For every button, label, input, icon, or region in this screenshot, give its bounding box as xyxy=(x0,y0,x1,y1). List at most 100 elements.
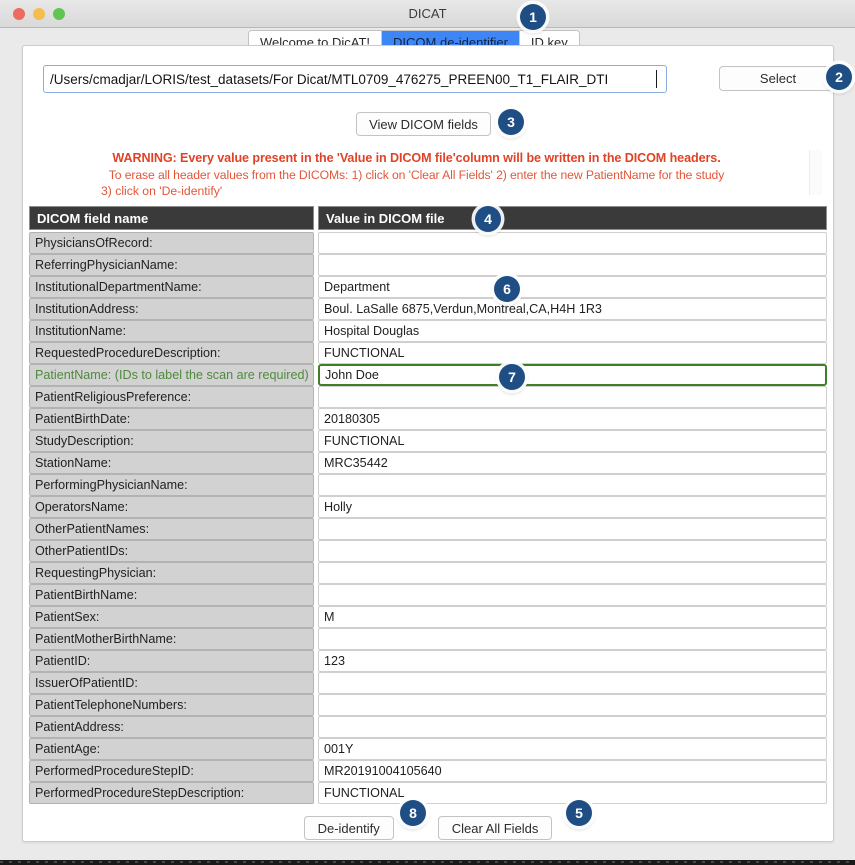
warning-line-2: To erase all header values from the DICO… xyxy=(108,168,725,182)
field-value-institution-address[interactable]: Boul. LaSalle 6875,Verdun,Montreal,CA,H4… xyxy=(318,298,827,320)
field-label-patient-age: PatientAge: xyxy=(29,738,314,760)
window-title: DICAT xyxy=(408,6,447,21)
view-dicom-fields-button[interactable]: View DICOM fields xyxy=(356,112,491,136)
table-row: PatientAddress: xyxy=(29,716,827,738)
table-row: PerformingPhysicianName: xyxy=(29,474,827,496)
field-label-patient-birth-date: PatientBirthDate: xyxy=(29,408,314,430)
table-row: PatientTelephoneNumbers: xyxy=(29,694,827,716)
field-value-performing-physician-name[interactable] xyxy=(318,474,827,496)
field-value-requested-procedure-description[interactable]: FUNCTIONAL xyxy=(318,342,827,364)
warning-scrollbar[interactable] xyxy=(809,150,822,195)
clear-all-fields-button[interactable]: Clear All Fields xyxy=(437,816,553,840)
field-value-study-description[interactable]: FUNCTIONAL xyxy=(318,430,827,452)
table-row: ReferringPhysicianName: xyxy=(29,254,827,276)
callout-badge-2: 2 xyxy=(826,64,852,90)
field-value-patient-sex[interactable]: M xyxy=(318,606,827,628)
table-header-value: Value in DICOM file xyxy=(318,206,827,230)
field-label-study-description: StudyDescription: xyxy=(29,430,314,452)
table-header-row: DICOM field name Value in DICOM file xyxy=(29,206,827,230)
callout-badge-3: 3 xyxy=(498,109,524,135)
table-row: PerformedProcedureStepID: MR2019100410564… xyxy=(29,760,827,782)
field-label-physicians-of-record: PhysiciansOfRecord: xyxy=(29,232,314,254)
table-row: InstitutionAddress: Boul. LaSalle 6875,Ve… xyxy=(29,298,827,320)
table-row: PatientMotherBirthName: xyxy=(29,628,827,650)
table-row: PatientAge: 001Y xyxy=(29,738,827,760)
callout-badge-6: 6 xyxy=(494,276,520,302)
table-row: RequestedProcedureDescription: FUNCTIONAL xyxy=(29,342,827,364)
table-row: PatientSex: M xyxy=(29,606,827,628)
field-value-patient-mother-birth-name[interactable] xyxy=(318,628,827,650)
warning-line-3: 3) click on 'De-identify' xyxy=(101,184,223,198)
table-row: PatientReligiousPreference: xyxy=(29,386,827,408)
table-body: PhysiciansOfRecord: ReferringPhysicianNam… xyxy=(29,232,827,804)
field-label-requesting-physician: RequestingPhysician: xyxy=(29,562,314,584)
table-row: IssuerOfPatientID: xyxy=(29,672,827,694)
table-row: PhysiciansOfRecord: xyxy=(29,232,827,254)
field-label-station-name: StationName: xyxy=(29,452,314,474)
dicom-path-input[interactable] xyxy=(43,65,667,93)
field-value-issuer-of-patient-id[interactable] xyxy=(318,672,827,694)
field-value-patient-id[interactable]: 123 xyxy=(318,650,827,672)
field-label-issuer-of-patient-id: IssuerOfPatientID: xyxy=(29,672,314,694)
table-row: OperatorsName: Holly xyxy=(29,496,827,518)
table-row: InstitutionalDepartmentName: Department xyxy=(29,276,827,298)
field-label-other-patient-ids: OtherPatientIDs: xyxy=(29,540,314,562)
warning-line-1: WARNING: Every value present in the 'Val… xyxy=(112,151,721,165)
main-panel: Select View DICOM fields WARNING: Every … xyxy=(22,45,837,842)
field-value-institution-name[interactable]: Hospital Douglas xyxy=(318,320,827,342)
field-label-performed-procedure-step-id: PerformedProcedureStepID: xyxy=(29,760,314,782)
callout-badge-1: 1 xyxy=(520,4,546,30)
window-titlebar: DICAT xyxy=(0,0,855,28)
field-value-operators-name[interactable]: Holly xyxy=(318,496,827,518)
field-value-institutional-department-name[interactable]: Department xyxy=(318,276,827,298)
field-value-patient-name[interactable]: John Doe xyxy=(318,364,827,386)
table-header-field: DICOM field name xyxy=(29,206,314,230)
screen-bottom-strip xyxy=(0,860,855,865)
table-row: StudyDescription: FUNCTIONAL xyxy=(29,430,827,452)
field-label-institution-address: InstitutionAddress: xyxy=(29,298,314,320)
field-value-physicians-of-record[interactable] xyxy=(318,232,827,254)
dicat-window: DICAT Welcome to DicAT! DICOM de-identifi… xyxy=(0,0,855,865)
table-row: InstitutionName: Hospital Douglas xyxy=(29,320,827,342)
table-row: PatientID: 123 xyxy=(29,650,827,672)
field-label-patient-birth-name: PatientBirthName: xyxy=(29,584,314,606)
table-row: RequestingPhysician: xyxy=(29,562,827,584)
table-row: PatientBirthDate: 20180305 xyxy=(29,408,827,430)
field-value-performed-procedure-step-id[interactable]: MR20191004105640 xyxy=(318,760,827,782)
field-label-patient-religious-preference: PatientReligiousPreference: xyxy=(29,386,314,408)
callout-badge-5: 5 xyxy=(566,800,592,826)
field-label-performed-procedure-step-description: PerformedProcedureStepDescription: xyxy=(29,782,314,804)
field-label-referring-physician-name: ReferringPhysicianName: xyxy=(29,254,314,276)
field-value-patient-religious-preference[interactable] xyxy=(318,386,827,408)
table-row: OtherPatientNames: xyxy=(29,518,827,540)
callout-badge-4: 4 xyxy=(475,206,501,232)
field-value-patient-telephone-numbers[interactable] xyxy=(318,694,827,716)
table-row: StationName: MRC35442 xyxy=(29,452,827,474)
field-label-institutional-department-name: InstitutionalDepartmentName: xyxy=(29,276,314,298)
dicom-fields-table: DICOM field name Value in DICOM file Phy… xyxy=(29,206,827,804)
callout-badge-8: 8 xyxy=(400,800,426,826)
field-value-patient-address[interactable] xyxy=(318,716,827,738)
field-value-other-patient-ids[interactable] xyxy=(318,540,827,562)
field-value-patient-age[interactable]: 001Y xyxy=(318,738,827,760)
field-label-operators-name: OperatorsName: xyxy=(29,496,314,518)
table-row: PatientName: (IDs to label the scan are … xyxy=(29,364,827,386)
field-value-referring-physician-name[interactable] xyxy=(318,254,827,276)
field-value-patient-birth-name[interactable] xyxy=(318,584,827,606)
field-label-patient-address: PatientAddress: xyxy=(29,716,314,738)
table-row: PerformedProcedureStepDescription: FUNCTI… xyxy=(29,782,827,804)
path-row: Select xyxy=(43,65,837,93)
field-label-requested-procedure-description: RequestedProcedureDescription: xyxy=(29,342,314,364)
warning-message: WARNING: Every value present in the 'Val… xyxy=(23,151,810,198)
field-value-other-patient-names[interactable] xyxy=(318,518,827,540)
field-label-patient-telephone-numbers: PatientTelephoneNumbers: xyxy=(29,694,314,716)
field-value-patient-birth-date[interactable]: 20180305 xyxy=(318,408,827,430)
de-identify-button[interactable]: De-identify xyxy=(303,816,394,840)
field-label-patient-name: PatientName: (IDs to label the scan are … xyxy=(29,364,314,386)
field-value-requesting-physician[interactable] xyxy=(318,562,827,584)
field-label-other-patient-names: OtherPatientNames: xyxy=(29,518,314,540)
select-button[interactable]: Select xyxy=(719,66,837,91)
field-value-station-name[interactable]: MRC35442 xyxy=(318,452,827,474)
field-label-patient-sex: PatientSex: xyxy=(29,606,314,628)
action-button-bar: De-identify Clear All Fields xyxy=(23,816,833,840)
